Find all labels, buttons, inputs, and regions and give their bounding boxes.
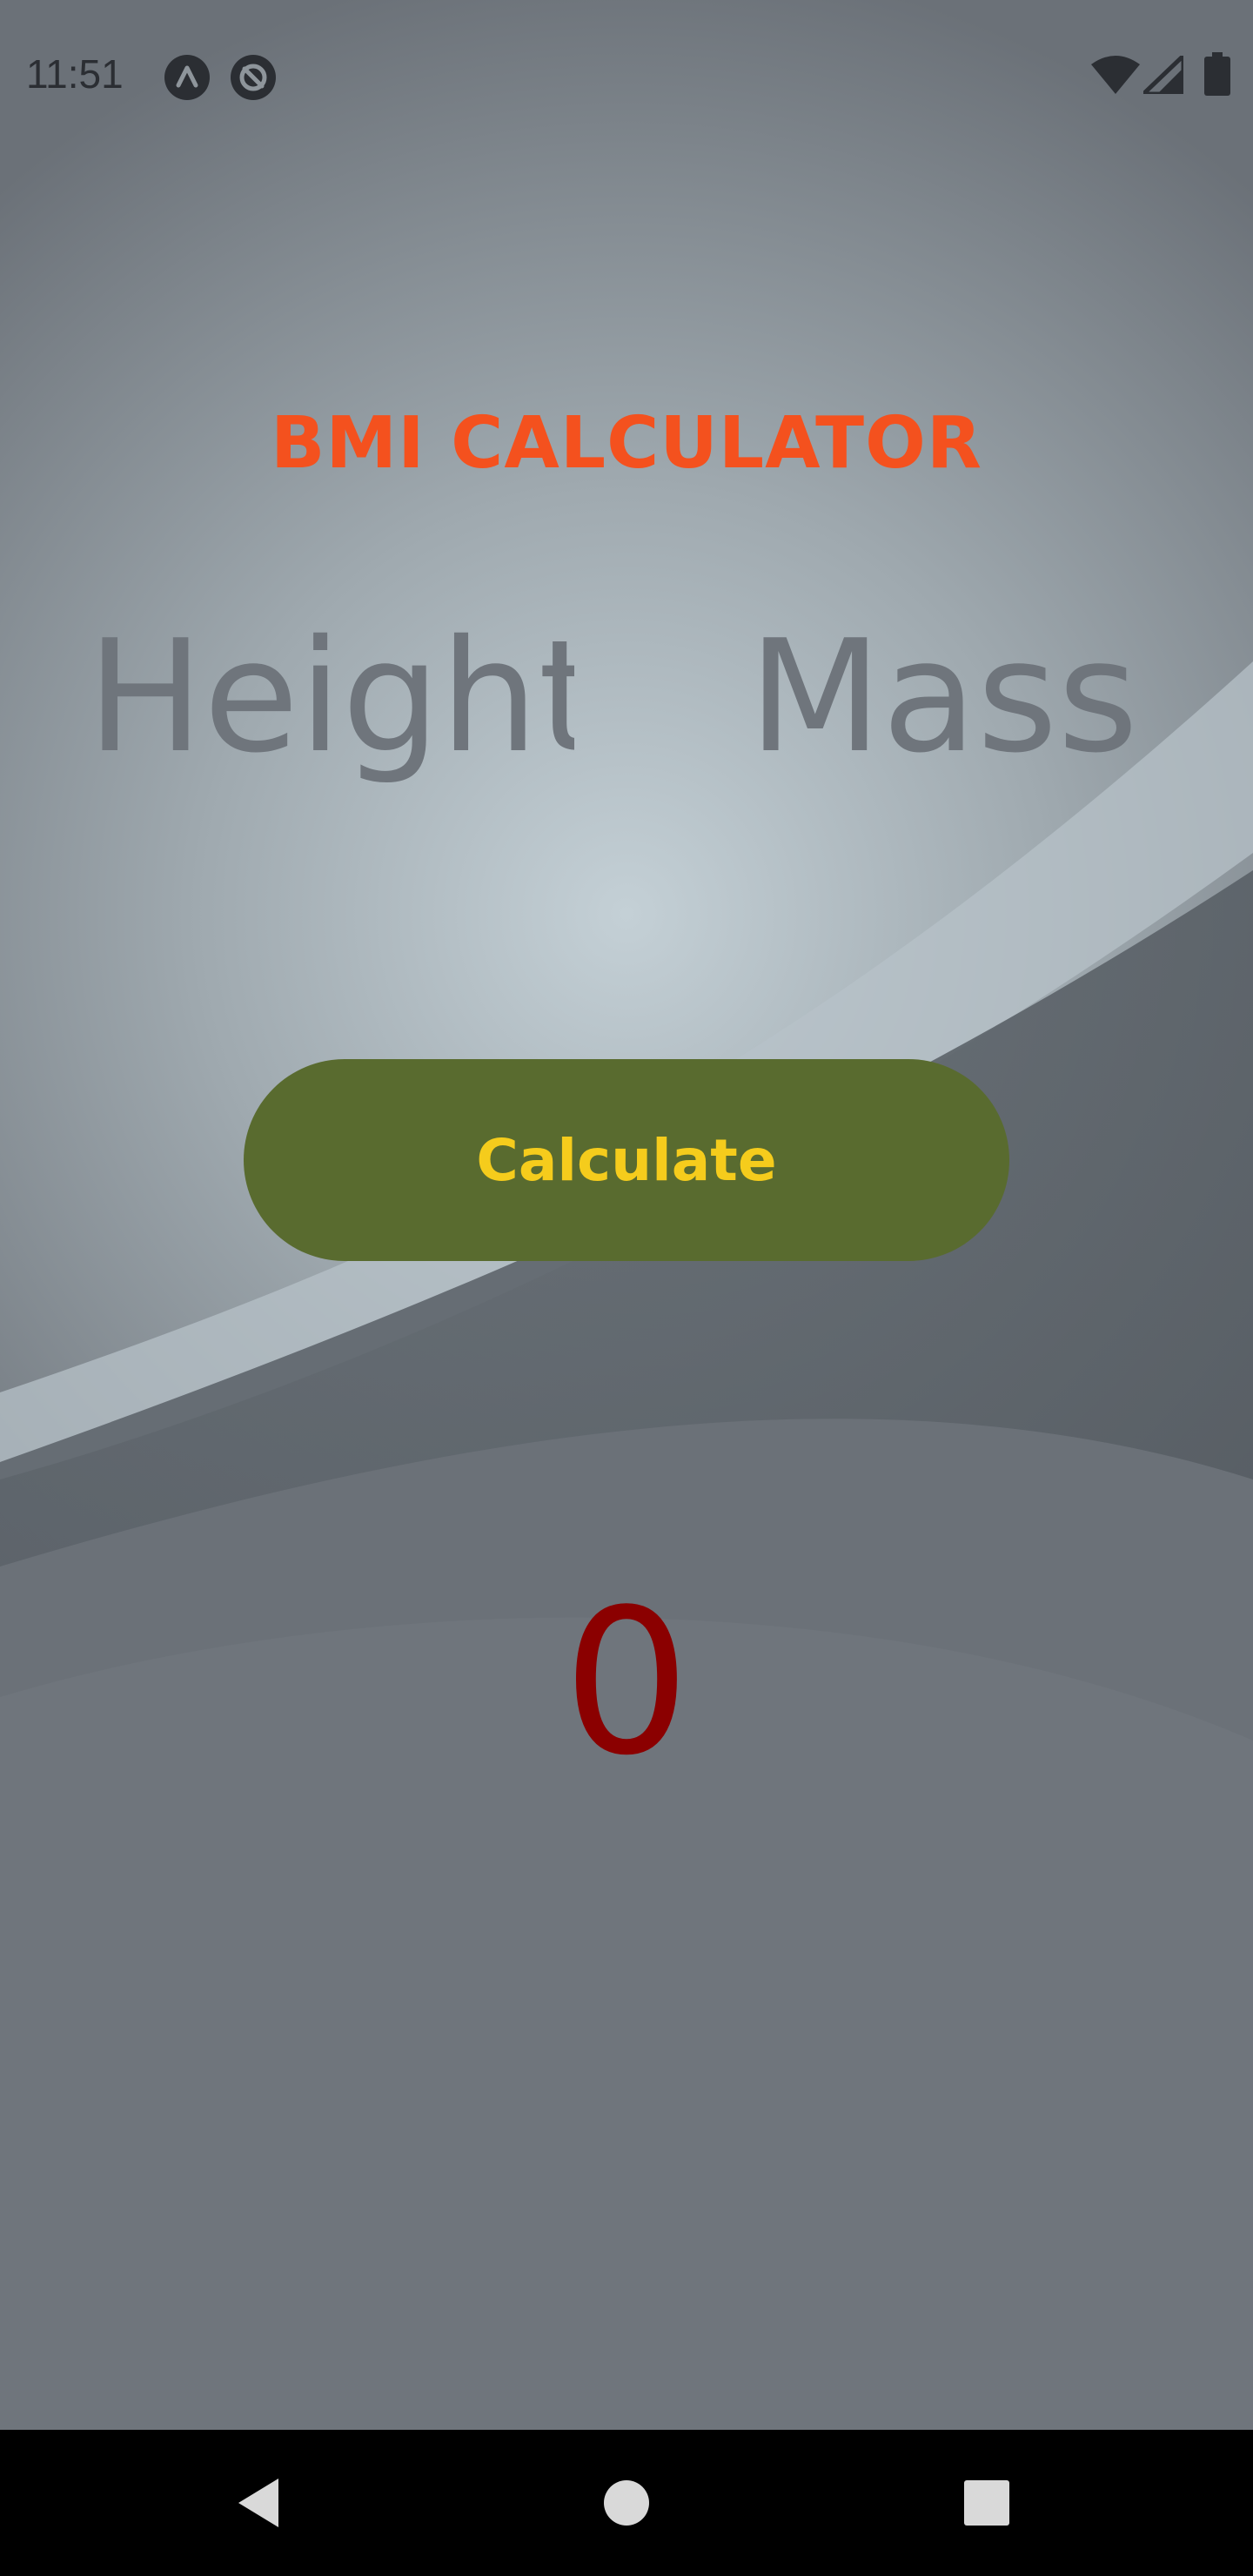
bmi-result: 0 (562, 1567, 691, 1800)
app-title: BMI CALCULATOR (271, 402, 982, 485)
height-input[interactable] (87, 609, 574, 783)
recents-icon[interactable] (952, 2468, 1022, 2538)
do-not-disturb-icon (230, 54, 277, 105)
navigation-bar (0, 2430, 1253, 2576)
calculate-button[interactable]: Calculate (244, 1059, 1009, 1261)
status-time: 11:51 (26, 51, 124, 97)
status-bar: 11:51 (0, 0, 1253, 150)
app-notification-icon (164, 54, 211, 105)
app-screen: 11:51 BMI CALCULATOR Height Mass Calcula… (0, 0, 1253, 2576)
cellular-signal-icon (1141, 53, 1186, 98)
mass-input[interactable] (748, 609, 1183, 783)
wifi-icon (1091, 56, 1140, 98)
home-icon[interactable] (592, 2468, 661, 2538)
back-icon[interactable] (228, 2468, 298, 2538)
battery-icon (1204, 52, 1230, 100)
